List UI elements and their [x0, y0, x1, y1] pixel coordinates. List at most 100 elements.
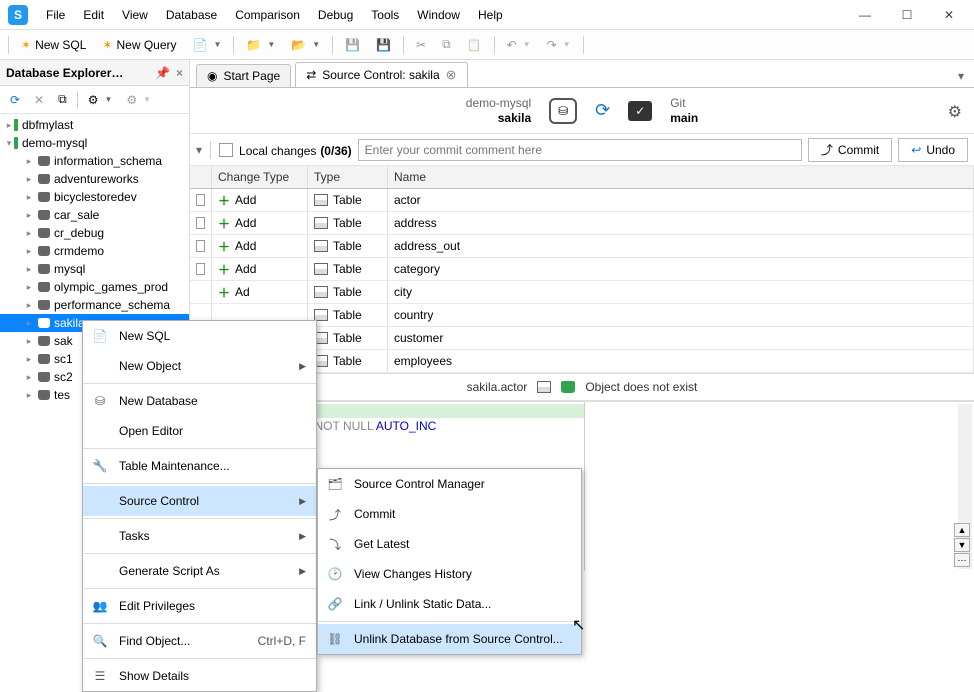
- nav-opt-button[interactable]: ⋯: [954, 553, 970, 567]
- ctx-show-details[interactable]: ☰Show Details: [83, 661, 316, 691]
- tab-start-page[interactable]: ◉Start Page: [196, 64, 291, 87]
- table-icon: [537, 381, 551, 393]
- filter2-button[interactable]: ⚙▼: [120, 90, 157, 110]
- ctx-new-object[interactable]: New Object▶: [83, 351, 316, 381]
- menu-tools[interactable]: Tools: [363, 4, 407, 26]
- ctx-tasks[interactable]: Tasks▶: [83, 521, 316, 551]
- connection-dbfmylast[interactable]: ▸dbfmylast: [0, 116, 189, 134]
- ctx-sc-manager[interactable]: 🗂Source Control Manager: [318, 469, 581, 499]
- main-toolbar: ✶New SQL ✶New Query 📄▼ 📁▼ 📂▼ 💾 💾 ✂ ⧉ 📋 ↶…: [0, 30, 974, 60]
- tab-overflow-icon[interactable]: ▾: [954, 65, 968, 87]
- privileges-icon: 👥: [91, 599, 109, 613]
- ctx-new-database[interactable]: ⛁New Database: [83, 386, 316, 416]
- code-right-pane[interactable]: ▲ ▼ ⋯: [584, 402, 974, 571]
- menu-comparison[interactable]: Comparison: [227, 4, 308, 26]
- ctx-sc-get-latest[interactable]: ⤵Get Latest: [318, 529, 581, 559]
- ctx-open-editor[interactable]: Open Editor: [83, 416, 316, 446]
- close-icon[interactable]: ⊗: [446, 67, 457, 83]
- ctx-generate-script[interactable]: Generate Script As▶: [83, 556, 316, 586]
- vcs-label: Git: [670, 96, 698, 111]
- ctx-sc-history[interactable]: 🕑View Changes History: [318, 559, 581, 589]
- source-control-header: demo-mysql sakila ⛁ ⟳ ✓ Git main ⚙: [190, 88, 974, 134]
- ctx-new-sql[interactable]: 📄New SQL: [83, 321, 316, 351]
- db-olympic-games-prod[interactable]: ▸olympic_games_prod: [0, 278, 189, 296]
- new-query-button[interactable]: ✶New Query: [96, 35, 182, 55]
- ctx-sc-link-static[interactable]: 🔗Link / Unlink Static Data...: [318, 589, 581, 619]
- table-row[interactable]: ＋AddTablecategory: [190, 258, 974, 281]
- tb-dropdown-3[interactable]: 📂▼: [285, 35, 326, 55]
- explorer-toolbar: ⟳ ✕ ⧉ ⚙▼ ⚙▼: [0, 86, 189, 114]
- db-crmdemo[interactable]: ▸crmdemo: [0, 242, 189, 260]
- pin-icon[interactable]: 📌: [155, 66, 170, 80]
- wrench-icon: 🔧: [91, 459, 109, 473]
- table-row[interactable]: ＋AddTableaddress_out: [190, 235, 974, 258]
- app-icon: S: [8, 5, 28, 25]
- tb-dropdown-1[interactable]: 📄▼: [187, 35, 228, 55]
- grid-header: Change Type Type Name: [190, 166, 974, 189]
- cut-button[interactable]: ✂: [410, 35, 432, 55]
- delete-button[interactable]: ✕: [28, 90, 50, 110]
- save-all-button[interactable]: 💾: [370, 35, 397, 55]
- menu-view[interactable]: View: [114, 4, 156, 26]
- db-adventureworks[interactable]: ▸adventureworks: [0, 170, 189, 188]
- scm-icon: 🗂: [326, 477, 344, 491]
- minimize-button[interactable]: —: [848, 4, 882, 26]
- db-car-sale[interactable]: ▸car_sale: [0, 206, 189, 224]
- col-name[interactable]: Name: [388, 166, 974, 188]
- history-icon: 🕑: [326, 567, 344, 581]
- database-icon: [561, 381, 575, 393]
- db-mysql[interactable]: ▸mysql: [0, 260, 189, 278]
- db-performance-schema[interactable]: ▸performance_schema: [0, 296, 189, 314]
- dropdown-icon[interactable]: ▾: [196, 143, 202, 157]
- refresh-icon[interactable]: ⟳: [595, 100, 610, 121]
- table-row[interactable]: ＋AddTableaddress: [190, 212, 974, 235]
- db-bicyclestoredev[interactable]: ▸bicyclestoredev: [0, 188, 189, 206]
- ctx-sc-commit[interactable]: ⤴Commit: [318, 499, 581, 529]
- ctx-table-maintenance[interactable]: 🔧Table Maintenance...: [83, 451, 316, 481]
- new-sql-button[interactable]: ✶New SQL: [15, 35, 92, 55]
- nav-up-button[interactable]: ▲: [954, 523, 970, 537]
- filter-button[interactable]: ⚙▼: [82, 90, 119, 110]
- menu-file[interactable]: File: [38, 4, 73, 26]
- sc-icon: ⇄: [306, 68, 316, 82]
- connection-demo-mysql[interactable]: ▾demo-mysql: [0, 134, 189, 152]
- paste-button[interactable]: 📋: [461, 35, 488, 55]
- gear-icon[interactable]: ⚙: [948, 102, 962, 122]
- panel-close-icon[interactable]: ×: [176, 66, 183, 80]
- commit-icon: ⤴: [326, 506, 344, 523]
- redo-button[interactable]: ↷▼: [541, 35, 577, 55]
- undo-button[interactable]: ↶▼: [501, 35, 537, 55]
- ctx-edit-privileges[interactable]: 👥Edit Privileges: [83, 591, 316, 621]
- nav-down-button[interactable]: ▼: [954, 538, 970, 552]
- window-controls: — ☐ ✕: [848, 4, 966, 26]
- ctx-source-control[interactable]: Source Control▶: [83, 486, 316, 516]
- ctx-find-object[interactable]: 🔍Find Object...Ctrl+D, F: [83, 626, 316, 656]
- new-window-button[interactable]: ⧉: [52, 89, 73, 110]
- db-information-schema[interactable]: ▸information_schema: [0, 152, 189, 170]
- col-change-type[interactable]: Change Type: [212, 166, 308, 188]
- menu-window[interactable]: Window: [409, 4, 468, 26]
- copy-button[interactable]: ⧉: [436, 34, 457, 55]
- col-type[interactable]: Type: [308, 166, 388, 188]
- table-row[interactable]: ＋AdTablecity: [190, 281, 974, 304]
- menu-edit[interactable]: Edit: [75, 4, 112, 26]
- undo-commit-button[interactable]: ↩Undo: [898, 138, 968, 162]
- context-submenu-source-control: 🗂Source Control Manager ⤴Commit ⤵Get Lat…: [317, 468, 582, 655]
- commit-button[interactable]: ⤴Commit: [808, 138, 892, 162]
- select-all-checkbox[interactable]: [219, 143, 233, 157]
- menu-debug[interactable]: Debug: [310, 4, 361, 26]
- tb-dropdown-2[interactable]: 📁▼: [240, 35, 281, 55]
- table-row[interactable]: ＋AddTableactor: [190, 189, 974, 212]
- ctx-sc-unlink-database[interactable]: ⛓Unlink Database from Source Control...: [318, 624, 581, 654]
- commit-message-input[interactable]: [358, 139, 802, 161]
- menu-database[interactable]: Database: [158, 4, 225, 26]
- refresh-button[interactable]: ⟳: [4, 90, 26, 110]
- db-cr-debug[interactable]: ▸cr_debug: [0, 224, 189, 242]
- close-button[interactable]: ✕: [932, 4, 966, 26]
- save-button[interactable]: 💾: [339, 35, 366, 55]
- status-message: Object does not exist: [585, 380, 697, 394]
- menu-help[interactable]: Help: [470, 4, 511, 26]
- branch-name: main: [670, 111, 698, 126]
- tab-source-control[interactable]: ⇄Source Control: sakila⊗: [295, 62, 467, 87]
- maximize-button[interactable]: ☐: [890, 4, 924, 26]
